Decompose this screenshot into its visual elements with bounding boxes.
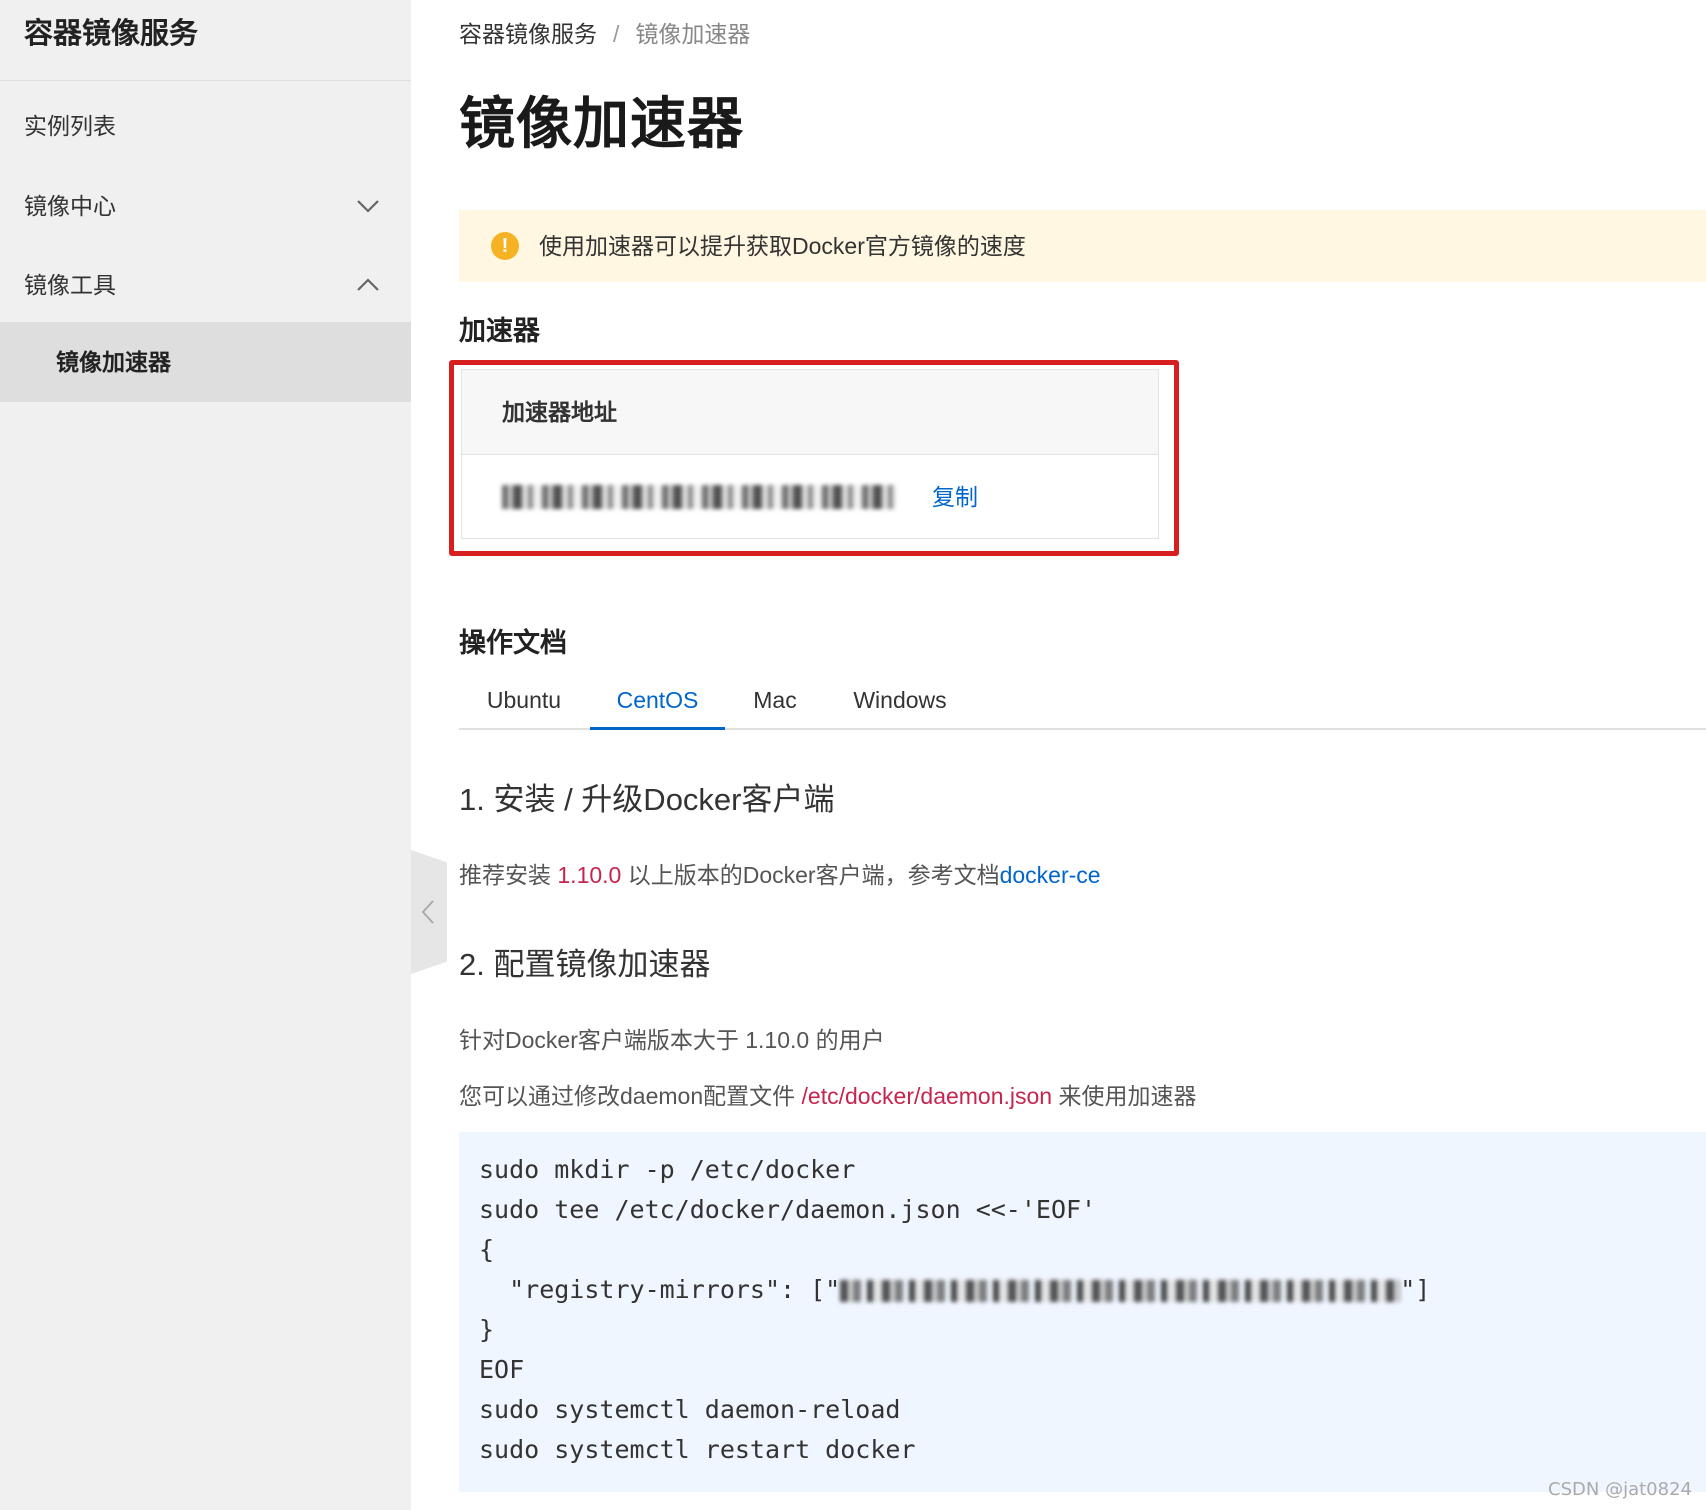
notice-text: 使用加速器可以提升获取Docker官方镜像的速度 <box>539 233 1026 259</box>
sidebar-item-label: 镜像加速器 <box>56 349 171 375</box>
sidebar-item-image-accelerator[interactable]: 镜像加速器 <box>0 322 411 402</box>
tab-windows[interactable]: Windows <box>825 672 975 728</box>
sidebar-item-label: 镜像中心 <box>24 193 116 219</box>
sidebar-item-instance-list[interactable]: 实例列表 <box>0 86 411 166</box>
main-content: 容器镜像服务 / 镜像加速器 镜像加速器 ! 使用加速器可以提升获取Docker官方… <box>449 0 1706 1510</box>
sidebar-item-label: 实例列表 <box>24 113 116 139</box>
sidebar-collapse-handle[interactable] <box>411 850 447 974</box>
step2-line2: 您可以通过修改daemon配置文件 /etc/docker/daemon.jso… <box>459 1079 1197 1113</box>
chevron-left-icon <box>421 900 434 924</box>
accelerator-section-title: 加速器 <box>459 316 540 346</box>
code-line: sudo systemctl daemon-reload <box>479 1395 901 1424</box>
step2-heading: 2. 配置镜像加速器 <box>459 947 711 982</box>
tab-ubuntu[interactable]: Ubuntu <box>459 672 589 728</box>
step1-heading: 1. 安装 / 升级Docker客户端 <box>459 782 835 817</box>
docs-section-title: 操作文档 <box>459 628 567 658</box>
warning-icon: ! <box>491 232 519 260</box>
step2-line2-prefix: 您可以通过修改daemon配置文件 <box>459 1083 802 1109</box>
tab-mac[interactable]: Mac <box>727 672 823 728</box>
code-block[interactable]: sudo mkdir -p /etc/docker sudo tee /etc/… <box>459 1132 1706 1492</box>
code-line: sudo tee /etc/docker/daemon.json <<-'EOF… <box>479 1195 1097 1224</box>
code-line: sudo mkdir -p /etc/docker <box>479 1155 856 1184</box>
code-line-suffix: "] <box>1400 1275 1431 1304</box>
code-line: } <box>479 1315 495 1344</box>
notice-banner: ! 使用加速器可以提升获取Docker官方镜像的速度 <box>459 210 1706 282</box>
step2-line1: 针对Docker客户端版本大于 1.10.0 的用户 <box>459 1027 885 1053</box>
sidebar-title: 容器镜像服务 <box>24 18 199 50</box>
sidebar-divider <box>0 80 411 81</box>
page-title: 镜像加速器 <box>459 92 744 155</box>
breadcrumb-root[interactable]: 容器镜像服务 <box>459 21 597 47</box>
docker-ce-link[interactable]: docker-ce <box>1000 862 1101 888</box>
sidebar-item-image-tools[interactable]: 镜像工具 <box>0 245 411 325</box>
step1-text-middle: 以上版本的Docker客户端，参考文档 <box>621 862 1000 888</box>
sidebar-item-label: 镜像工具 <box>24 272 116 298</box>
code-line: sudo systemctl restart docker <box>479 1435 916 1464</box>
code-line: { <box>479 1235 495 1264</box>
daemon-json-path: /etc/docker/daemon.json <box>801 1083 1053 1109</box>
breadcrumb: 容器镜像服务 / 镜像加速器 <box>459 16 750 52</box>
tab-centos[interactable]: CentOS <box>590 672 725 730</box>
step2-line2-suffix: 来使用加速器 <box>1052 1083 1197 1109</box>
step1-text: 推荐安装 1.10.0 以上版本的Docker客户端，参考文档docker-ce <box>459 858 1101 892</box>
step1-text-prefix: 推荐安装 <box>459 862 558 888</box>
mirror-url-redacted <box>840 1280 1401 1302</box>
watermark: CSDN @jat0824 <box>1548 1479 1692 1500</box>
breadcrumb-separator: / <box>613 21 620 47</box>
code-line-prefix: "registry-mirrors": [" <box>479 1275 841 1304</box>
chevron-down-icon <box>357 200 379 213</box>
os-tabs: Ubuntu CentOS Mac Windows <box>459 672 1706 730</box>
breadcrumb-current: 镜像加速器 <box>635 21 751 47</box>
code-line-registry-mirrors: "registry-mirrors": [" "] <box>479 1272 1430 1308</box>
code-line: EOF <box>479 1355 525 1384</box>
sidebar: 容器镜像服务 实例列表 镜像中心 镜像工具 镜像加速器 <box>0 0 411 1510</box>
step1-version: 1.10.0 <box>557 862 622 888</box>
sidebar-item-image-center[interactable]: 镜像中心 <box>0 166 411 246</box>
chevron-up-icon <box>357 278 379 291</box>
highlight-annotation-box <box>449 360 1179 556</box>
